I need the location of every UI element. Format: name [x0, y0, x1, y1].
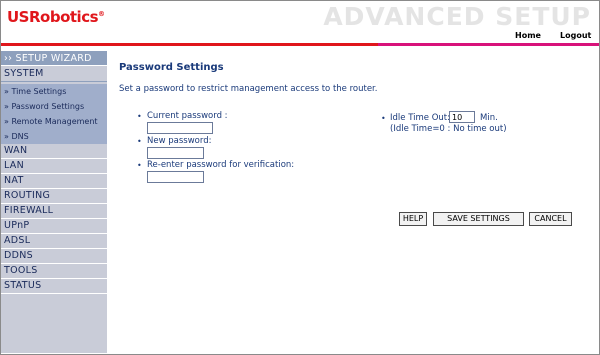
page-title: Password Settings — [119, 62, 224, 73]
usrobotics-logo: USRobotics® — [7, 8, 105, 26]
bullet-icon: • — [137, 137, 142, 146]
idle-timeout-field[interactable] — [449, 111, 475, 123]
bullet-icon: • — [137, 161, 142, 170]
home-link[interactable]: Home — [515, 31, 541, 40]
sidebar-item-routing[interactable]: ROUTING — [1, 189, 107, 204]
sidebar-item-system[interactable]: SYSTEM — [1, 67, 107, 82]
reenter-password-label: Re-enter password for verification: — [147, 160, 295, 170]
sidebar-item-upnp[interactable]: UPnP — [1, 219, 107, 234]
cancel-button[interactable]: CANCEL — [529, 212, 572, 226]
sidebar-subitem-password-settings[interactable]: » Password Settings — [1, 99, 107, 114]
sidebar-item-adsl[interactable]: ADSL — [1, 234, 107, 249]
sidebar-item-ddns[interactable]: DDNS — [1, 249, 107, 264]
page-section-title: ADVANCED SETUP — [323, 2, 591, 31]
save-settings-button[interactable]: SAVE SETTINGS — [433, 212, 524, 226]
sidebar-item-wan[interactable]: WAN — [1, 144, 107, 159]
sidebar-item-firewall[interactable]: FIREWALL — [1, 204, 107, 219]
idle-timeout-note: (Idle Time=0 : No time out) — [390, 124, 507, 134]
help-button[interactable]: HELP — [399, 212, 427, 226]
logout-link[interactable]: Logout — [560, 31, 591, 40]
page-description: Set a password to restrict management ac… — [119, 84, 378, 94]
sidebar-item-status[interactable]: STATUS — [1, 279, 107, 294]
sidebar-item-setup-wizard[interactable]: ›› SETUP WIZARD — [1, 51, 107, 66]
bullet-icon: • — [137, 112, 142, 121]
new-password-field[interactable] — [147, 147, 204, 159]
sidebar-item-nat[interactable]: NAT — [1, 174, 107, 189]
sidebar-submenu-system: » Time Settings » Password Settings » Re… — [1, 84, 107, 144]
header: USRobotics® ADVANCED SETUP — [1, 1, 599, 31]
sidebar-item-lan[interactable]: LAN — [1, 159, 107, 174]
sidebar: ›› SETUP WIZARD SYSTEM » Time Settings »… — [1, 51, 107, 353]
sidebar-subitem-remote-management[interactable]: » Remote Management — [1, 114, 107, 129]
accent-bar-pink — [378, 43, 599, 46]
reenter-password-field[interactable] — [147, 171, 204, 183]
new-password-label: New password: — [147, 136, 212, 146]
idle-timeout-label: Idle Time Out: — [390, 113, 450, 123]
current-password-field[interactable] — [147, 122, 213, 134]
sidebar-subitem-time-settings[interactable]: » Time Settings — [1, 84, 107, 99]
current-password-label: Current password : — [147, 111, 228, 121]
sidebar-subitem-dns[interactable]: » DNS — [1, 129, 107, 144]
accent-bar-red — [1, 43, 378, 46]
idle-timeout-unit: Min. — [480, 113, 498, 123]
bullet-icon: • — [381, 114, 386, 123]
sidebar-item-tools[interactable]: TOOLS — [1, 264, 107, 279]
top-nav: Home Logout — [1, 31, 599, 43]
